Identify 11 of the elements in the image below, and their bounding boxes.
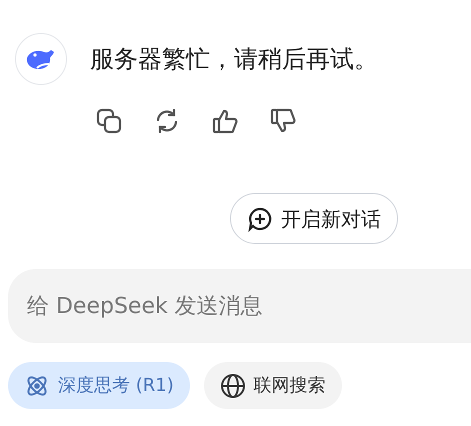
avatar-icon [15, 33, 67, 85]
message-input[interactable]: 给 DeepSeek 发送消息 [8, 269, 471, 343]
message-text: 服务器繁忙，请稍后再试。 [90, 44, 378, 75]
toggle-chip[interactable]: 深度思考 (R1) [8, 362, 190, 409]
new-chat-button[interactable]: 开启新对话 [230, 193, 398, 244]
thumbs-up-icon[interactable] [211, 107, 239, 135]
chat-plus-icon [247, 206, 273, 232]
toggle-chip[interactable]: 联网搜索 [204, 362, 342, 409]
thumbs-down-icon[interactable] [269, 107, 297, 135]
globe-icon [220, 372, 246, 398]
copy-icon[interactable] [95, 107, 123, 135]
